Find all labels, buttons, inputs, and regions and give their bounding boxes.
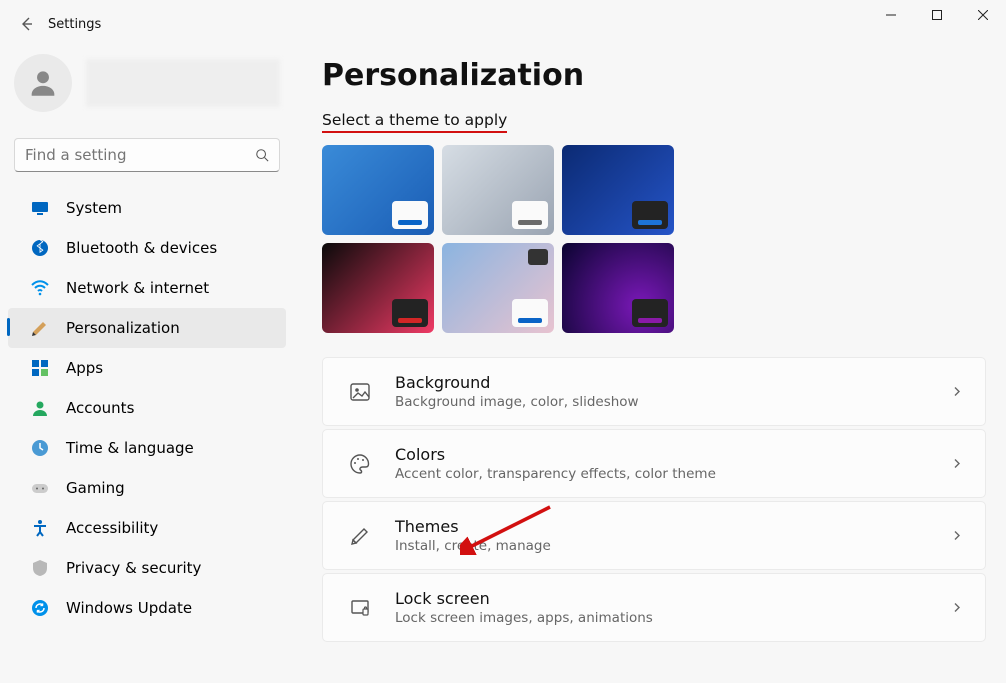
card-desc: Background image, color, slideshow (395, 394, 639, 410)
theme-tile-2[interactable] (562, 145, 674, 235)
back-button[interactable] (8, 5, 46, 43)
card-colors[interactable]: Colors Accent color, transparency effects… (322, 429, 986, 498)
search-box[interactable] (14, 138, 280, 172)
window-controls (868, 0, 1006, 30)
minimize-icon (886, 10, 896, 20)
card-desc: Lock screen images, apps, animations (395, 610, 653, 626)
nav-label: Time & language (66, 439, 194, 457)
window-title: Settings (48, 17, 101, 32)
themes-icon (349, 525, 371, 547)
chevron-right-icon (951, 598, 963, 617)
nav-label: Bluetooth & devices (66, 239, 217, 257)
background-icon (349, 381, 371, 403)
nav-item-personalization[interactable]: Personalization (8, 308, 286, 348)
theme-preview-window (512, 201, 548, 229)
nav-item-update[interactable]: Windows Update (8, 588, 286, 628)
theme-tile-1[interactable] (442, 145, 554, 235)
nav-label: Network & internet (66, 279, 209, 297)
theme-tile-5[interactable] (562, 243, 674, 333)
nav-label: Apps (66, 359, 103, 377)
card-title: Lock screen (395, 589, 653, 608)
theme-preview-window (392, 201, 428, 229)
accessibility-icon (30, 518, 50, 538)
camera-icon (528, 249, 548, 265)
nav-item-apps[interactable]: Apps (8, 348, 286, 388)
apps-icon (30, 358, 50, 378)
bluetooth-icon (30, 238, 50, 258)
privacy-icon (30, 558, 50, 578)
accounts-icon (30, 398, 50, 418)
nav-label: Accounts (66, 399, 134, 417)
card-title: Colors (395, 445, 716, 464)
nav-label: Personalization (66, 319, 180, 337)
theme-tile-3[interactable] (322, 243, 434, 333)
theme-tile-4[interactable] (442, 243, 554, 333)
card-title: Background (395, 373, 639, 392)
lockscreen-icon (349, 597, 371, 619)
nav-item-privacy[interactable]: Privacy & security (8, 548, 286, 588)
theme-preview-window (512, 299, 548, 327)
nav-item-bluetooth[interactable]: Bluetooth & devices (8, 228, 286, 268)
avatar (14, 54, 72, 112)
user-info-redacted (86, 59, 280, 107)
chevron-right-icon (951, 454, 963, 473)
nav-item-gaming[interactable]: Gaming (8, 468, 286, 508)
minimize-button[interactable] (868, 0, 914, 30)
nav-label: Gaming (66, 479, 125, 497)
arrow-left-icon (19, 16, 35, 32)
nav-label: Privacy & security (66, 559, 201, 577)
nav-item-time[interactable]: Time & language (8, 428, 286, 468)
gaming-icon (30, 478, 50, 498)
user-block[interactable] (0, 50, 294, 116)
card-desc: Install, create, manage (395, 538, 551, 554)
time-icon (30, 438, 50, 458)
network-icon (30, 278, 50, 298)
system-icon (30, 198, 50, 218)
chevron-right-icon (951, 382, 963, 401)
search-input[interactable] (25, 146, 255, 164)
nav-item-system[interactable]: System (8, 188, 286, 228)
titlebar: Settings (0, 0, 1006, 48)
card-themes[interactable]: Themes Install, create, manage (322, 501, 986, 570)
update-icon (30, 598, 50, 618)
search-icon (255, 148, 269, 162)
nav-label: Accessibility (66, 519, 158, 537)
theme-preview-window (392, 299, 428, 327)
close-button[interactable] (960, 0, 1006, 30)
user-icon (26, 66, 60, 100)
nav-label: Windows Update (66, 599, 192, 617)
card-lockscreen[interactable]: Lock screen Lock screen images, apps, ani… (322, 573, 986, 642)
card-desc: Accent color, transparency effects, colo… (395, 466, 716, 482)
close-icon (978, 10, 988, 20)
maximize-icon (932, 10, 942, 20)
personalization-icon (30, 318, 50, 338)
nav-item-network[interactable]: Network & internet (8, 268, 286, 308)
colors-icon (349, 453, 371, 475)
maximize-button[interactable] (914, 0, 960, 30)
nav-item-accessibility[interactable]: Accessibility (8, 508, 286, 548)
nav-label: System (66, 199, 122, 217)
theme-preview-window (632, 201, 668, 229)
chevron-right-icon (951, 526, 963, 545)
card-background[interactable]: Background Background image, color, slide… (322, 357, 986, 426)
theme-tile-0[interactable] (322, 145, 434, 235)
theme-preview-window (632, 299, 668, 327)
page-subheading: Select a theme to apply (322, 111, 507, 133)
card-title: Themes (395, 517, 551, 536)
nav-item-accounts[interactable]: Accounts (8, 388, 286, 428)
page-heading: Personalization (322, 58, 986, 93)
